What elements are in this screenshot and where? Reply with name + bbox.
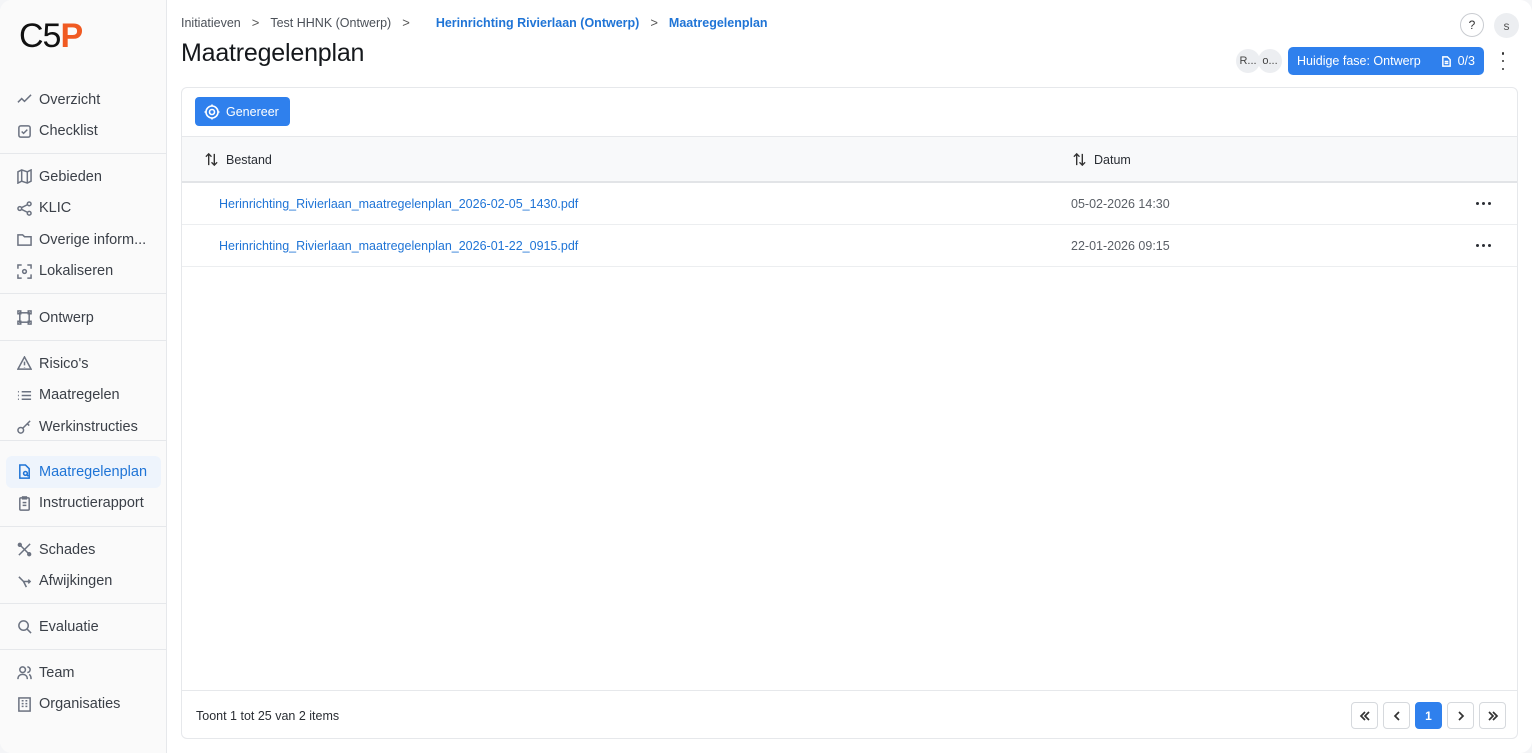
breadcrumb-herinrichting[interactable]: Herinrichting Rivierlaan (Ontwerp) <box>436 16 640 30</box>
sort-icon <box>1073 152 1086 167</box>
table-row: Herinrichting_Rivierlaan_maatregelenplan… <box>182 183 1517 225</box>
chevron-right-icon: > <box>402 15 410 30</box>
trend-icon <box>16 92 32 108</box>
table-header: Bestand Datum <box>182 136 1517 183</box>
file-date: 05-02-2026 14:30 <box>1071 197 1170 211</box>
app-window: C5P Overzicht Checklist Gebieden KLIC Ov… <box>0 0 1532 753</box>
breadcrumb-test-hhnk[interactable]: Test HHNK (Ontwerp) <box>270 16 391 30</box>
generate-button[interactable]: Genereer <box>195 97 290 126</box>
phase-progress: 0/3 <box>1441 54 1475 68</box>
row-actions-icon[interactable] <box>1476 244 1491 248</box>
breadcrumb-current[interactable]: Maatregelenplan <box>669 16 768 30</box>
last-page-button[interactable] <box>1479 702 1506 729</box>
nav-group-overview: Overzicht Checklist <box>0 84 167 154</box>
pagination-summary: Toont 1 tot 25 van 2 items <box>196 709 340 723</box>
phase-count: 0/3 <box>1457 54 1475 68</box>
page-button-current[interactable]: 1 <box>1415 702 1442 729</box>
nav-group-plans: Maatregelenplan Instructierapport <box>0 456 167 527</box>
sidebar-item-instructierapport[interactable]: Instructierapport <box>0 488 167 520</box>
files-card: Genereer Bestand Datum Herinrichting_Riv… <box>181 87 1518 739</box>
sidebar-item-werkinstructies[interactable]: Werkinstructies <box>0 411 167 443</box>
next-page-button[interactable] <box>1447 702 1474 729</box>
sidebar-item-maatregelen[interactable]: Maatregelen <box>0 380 167 412</box>
sidebar-item-lokaliseren[interactable]: Lokaliseren <box>0 256 167 288</box>
search-icon <box>16 619 32 635</box>
building-icon <box>16 696 32 712</box>
sidebar-item-evaluatie[interactable]: Evaluatie <box>0 611 167 643</box>
nav-group-areas: Gebieden KLIC Overige inform... Lokalise… <box>0 161 167 294</box>
breadcrumb-initiatieven[interactable]: Initiatieven <box>181 16 241 30</box>
sort-icon <box>205 152 218 167</box>
sidebar-item-ontwerp[interactable]: Ontwerp <box>0 302 167 334</box>
file-search-icon <box>16 464 32 480</box>
user-avatar[interactable]: s <box>1494 13 1519 38</box>
sidebar-item-checklist[interactable]: Checklist <box>0 116 167 148</box>
list-icon <box>16 387 32 403</box>
warning-icon <box>16 356 32 372</box>
column-header-datum[interactable]: Datum <box>1072 137 1131 182</box>
file-date: 22-01-2026 09:15 <box>1071 239 1170 253</box>
nav-group-damage: Schades Afwijkingen <box>0 534 167 604</box>
previous-page-button[interactable] <box>1383 702 1410 729</box>
file-link[interactable]: Herinrichting_Rivierlaan_maatregelenplan… <box>219 183 578 225</box>
nav-group-evaluation: Evaluatie <box>0 611 167 650</box>
sidebar-item-overzicht[interactable]: Overzicht <box>0 84 167 116</box>
row-actions-icon[interactable] <box>1476 202 1491 206</box>
member-avatar[interactable]: o... <box>1258 49 1282 73</box>
sidebar-item-overige-informatie[interactable]: Overige inform... <box>0 224 167 256</box>
help-button[interactable]: ? <box>1460 13 1484 37</box>
nav-group-design: Ontwerp <box>0 302 167 341</box>
chevron-right-icon <box>1457 710 1464 721</box>
sidebar-item-afwijkingen[interactable]: Afwijkingen <box>0 566 167 598</box>
gear-icon <box>204 104 220 119</box>
sidebar-item-risicos[interactable]: Risico's <box>0 348 167 380</box>
nav-group-team: Team Organisaties <box>0 657 167 727</box>
more-options-icon[interactable] <box>1497 52 1509 70</box>
table-footer: Toont 1 tot 25 van 2 items 1 <box>182 690 1517 738</box>
locate-icon <box>16 263 32 279</box>
chevrons-left-icon <box>1359 710 1370 721</box>
current-phase-button[interactable]: Huidige fase: Ontwerp 0/3 <box>1288 47 1484 75</box>
column-header-bestand[interactable]: Bestand <box>204 137 272 182</box>
chevron-right-icon: > <box>650 15 658 30</box>
chevrons-right-icon <box>1487 710 1498 721</box>
checkbox-icon <box>16 123 32 139</box>
pagination: 1 <box>1351 702 1511 729</box>
chevron-left-icon <box>1393 710 1400 721</box>
document-icon <box>1441 55 1451 67</box>
sidebar-item-organisaties[interactable]: Organisaties <box>0 689 167 721</box>
folder-icon <box>16 232 32 248</box>
member-avatar[interactable]: R... <box>1236 49 1260 73</box>
users-icon <box>16 665 32 681</box>
frame-icon <box>16 310 32 326</box>
phase-label: Huidige fase: Ontwerp <box>1297 54 1421 68</box>
sidebar-item-gebieden[interactable]: Gebieden <box>0 161 167 193</box>
sidebar-item-team[interactable]: Team <box>0 657 167 689</box>
sidebar-item-maatregelenplan[interactable]: Maatregelenplan <box>6 456 161 488</box>
table-row: Herinrichting_Rivierlaan_maatregelenplan… <box>182 225 1517 267</box>
app-logo[interactable]: C5P <box>19 18 83 54</box>
breadcrumb: Initiatieven > Test HHNK (Ontwerp) > Her… <box>181 15 768 30</box>
sidebar-item-klic[interactable]: KLIC <box>0 193 167 225</box>
key-icon <box>16 419 32 435</box>
nav-group-risks: Risico's Maatregelen Werkinstructies <box>0 348 167 441</box>
page-title: Maatregelenplan <box>181 39 365 67</box>
file-link[interactable]: Herinrichting_Rivierlaan_maatregelenplan… <box>219 225 578 267</box>
share-icon <box>16 200 32 216</box>
chevron-right-icon: > <box>251 15 260 30</box>
first-page-button[interactable] <box>1351 702 1378 729</box>
sidebar: C5P Overzicht Checklist Gebieden KLIC Ov… <box>0 0 167 753</box>
tools-icon <box>16 542 32 558</box>
map-icon <box>16 169 32 185</box>
sidebar-item-schades[interactable]: Schades <box>0 534 167 566</box>
deviation-icon <box>16 573 32 589</box>
clipboard-icon <box>16 495 32 511</box>
